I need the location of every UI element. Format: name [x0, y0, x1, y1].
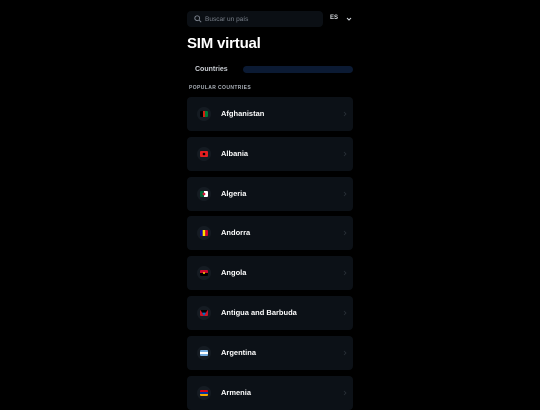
- flag-ao-icon: [200, 270, 208, 277]
- chevron-right-icon: [343, 350, 347, 356]
- country-name: Andorra: [221, 228, 251, 238]
- chevron-right-icon: [343, 310, 347, 316]
- search-row: ES: [187, 11, 353, 27]
- chevron-right-icon: [343, 390, 347, 395]
- tab-bar: Countries: [187, 65, 353, 74]
- chevron-right-icon: [343, 270, 347, 276]
- flag-badge: [197, 146, 211, 161]
- flag-af-icon: [200, 111, 208, 117]
- flag-am-icon: [200, 389, 208, 396]
- country-item-armenia[interactable]: Armenia: [187, 375, 353, 410]
- chevron-right-icon: [343, 231, 347, 236]
- chevron-down-icon[interactable]: [346, 16, 352, 22]
- country-name: Armenia: [221, 387, 252, 397]
- search-icon: [194, 15, 202, 23]
- country-name: Algeria: [221, 188, 247, 198]
- flag-ag-icon: [200, 310, 208, 316]
- country-item-antigua-and-barbuda[interactable]: Antigua and Barbuda: [187, 296, 353, 330]
- flag-badge: [197, 107, 211, 121]
- country-item-angola[interactable]: Angola: [187, 256, 353, 291]
- chevron-right-icon: [343, 111, 347, 117]
- flag-ad-icon: [200, 230, 208, 237]
- search-box[interactable]: [187, 11, 323, 27]
- tab-track: [243, 66, 353, 73]
- flag-ar-icon: [200, 349, 208, 356]
- flag-al-icon: [200, 150, 208, 157]
- country-name: Angola: [221, 268, 247, 278]
- flag-badge: [197, 226, 211, 241]
- country-item-andorra[interactable]: Andorra: [187, 216, 353, 251]
- page-title: SIM virtual: [187, 35, 261, 52]
- country-item-afghanistan[interactable]: Afghanistan: [187, 97, 353, 131]
- flag-badge: [197, 266, 211, 281]
- country-item-argentina[interactable]: Argentina: [187, 335, 353, 370]
- tab-countries[interactable]: Countries: [187, 65, 239, 74]
- chevron-right-icon: [343, 151, 347, 157]
- flag-badge: [197, 385, 211, 400]
- country-item-algeria[interactable]: Algeria: [187, 176, 353, 211]
- chevron-right-icon: [343, 191, 347, 196]
- flag-badge: [197, 306, 211, 320]
- country-name: Antigua and Barbuda: [221, 308, 297, 317]
- flag-badge: [197, 186, 211, 201]
- section-title: POPULAR COUNTRIES: [189, 85, 252, 91]
- country-name: Argentina: [221, 347, 257, 357]
- flag-dz-icon: [200, 190, 208, 197]
- search-input[interactable]: [205, 11, 317, 27]
- flag-badge: [197, 345, 211, 360]
- country-name: Albania: [221, 148, 249, 158]
- country-name: Afghanistan: [221, 109, 265, 118]
- language-selector[interactable]: ES: [330, 15, 338, 21]
- country-item-albania[interactable]: Albania: [187, 136, 353, 171]
